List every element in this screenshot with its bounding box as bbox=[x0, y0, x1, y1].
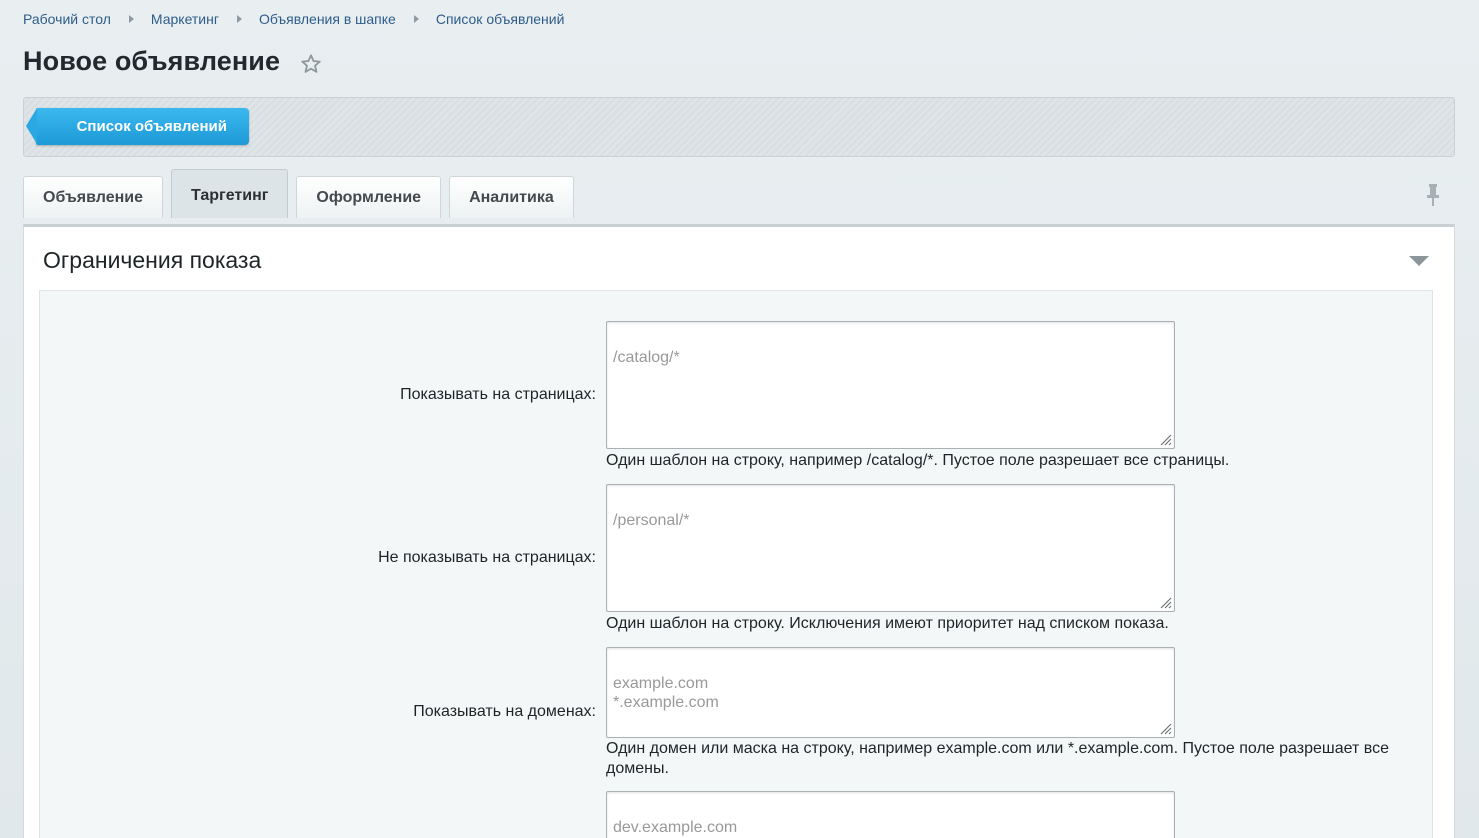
chevron-down-icon[interactable] bbox=[1408, 255, 1430, 267]
hide-pages-hint: Один шаблон на строку. Исключения имеют … bbox=[606, 615, 1169, 632]
hide-pages-textarea[interactable]: /personal/* bbox=[606, 484, 1175, 612]
pin-icon[interactable] bbox=[1424, 183, 1442, 207]
chevron-right-icon bbox=[236, 15, 242, 23]
tab-bar: Объявление Таргетинг Оформление Аналитик… bbox=[23, 169, 582, 218]
breadcrumb-item-header-ads[interactable]: Объявления в шапке bbox=[259, 11, 396, 27]
show-domains-label: Показывать на доменах: bbox=[413, 703, 596, 720]
star-icon[interactable] bbox=[300, 53, 322, 75]
page-title: Новое объявление bbox=[23, 46, 281, 76]
toolbar: Список объявлений bbox=[23, 97, 1455, 157]
breadcrumb: Рабочий стол Маркетинг Объявления в шапк… bbox=[23, 11, 564, 27]
show-domains-hint: Один домен или маска на строку, например… bbox=[606, 740, 1389, 777]
section-body: Показывать на страницах: /catalog/* Один… bbox=[39, 290, 1433, 838]
tab-design[interactable]: Оформление bbox=[296, 176, 442, 218]
tab-targeting[interactable]: Таргетинг bbox=[171, 169, 289, 218]
targeting-panel: Ограничения показа Показывать на страниц… bbox=[23, 224, 1455, 838]
chevron-right-icon bbox=[128, 15, 134, 23]
back-to-list-button[interactable]: Список объявлений bbox=[26, 108, 249, 145]
show-pages-textarea[interactable]: /catalog/* bbox=[606, 321, 1175, 449]
breadcrumb-item-ads-list[interactable]: Список объявлений bbox=[436, 11, 565, 27]
breadcrumb-item-desktop[interactable]: Рабочий стол bbox=[23, 11, 111, 27]
breadcrumb-item-marketing[interactable]: Маркетинг bbox=[151, 11, 219, 27]
show-domains-placeholder: example.com *.example.com bbox=[613, 675, 719, 711]
show-pages-hint: Один шаблон на строку, например /catalog… bbox=[606, 452, 1230, 469]
tab-analytics[interactable]: Аналитика bbox=[449, 176, 574, 218]
hide-domains-placeholder: dev.example.com bbox=[613, 819, 738, 836]
title-row: Новое объявление bbox=[23, 46, 322, 77]
hide-pages-placeholder: /personal/* bbox=[613, 512, 690, 529]
show-domains-textarea[interactable]: example.com *.example.com bbox=[606, 647, 1175, 738]
section-title: Ограничения показа bbox=[43, 247, 262, 273]
tab-ad[interactable]: Объявление bbox=[23, 176, 163, 218]
chevron-right-icon bbox=[413, 15, 419, 23]
hide-domains-textarea[interactable]: dev.example.com bbox=[606, 791, 1175, 838]
show-pages-placeholder: /catalog/* bbox=[613, 349, 680, 366]
resize-handle-icon[interactable] bbox=[1158, 595, 1172, 609]
hide-pages-label: Не показывать на страницах: bbox=[378, 549, 596, 566]
resize-handle-icon[interactable] bbox=[1158, 721, 1172, 735]
resize-handle-icon[interactable] bbox=[1158, 432, 1172, 446]
show-pages-label: Показывать на страницах: bbox=[400, 386, 596, 403]
